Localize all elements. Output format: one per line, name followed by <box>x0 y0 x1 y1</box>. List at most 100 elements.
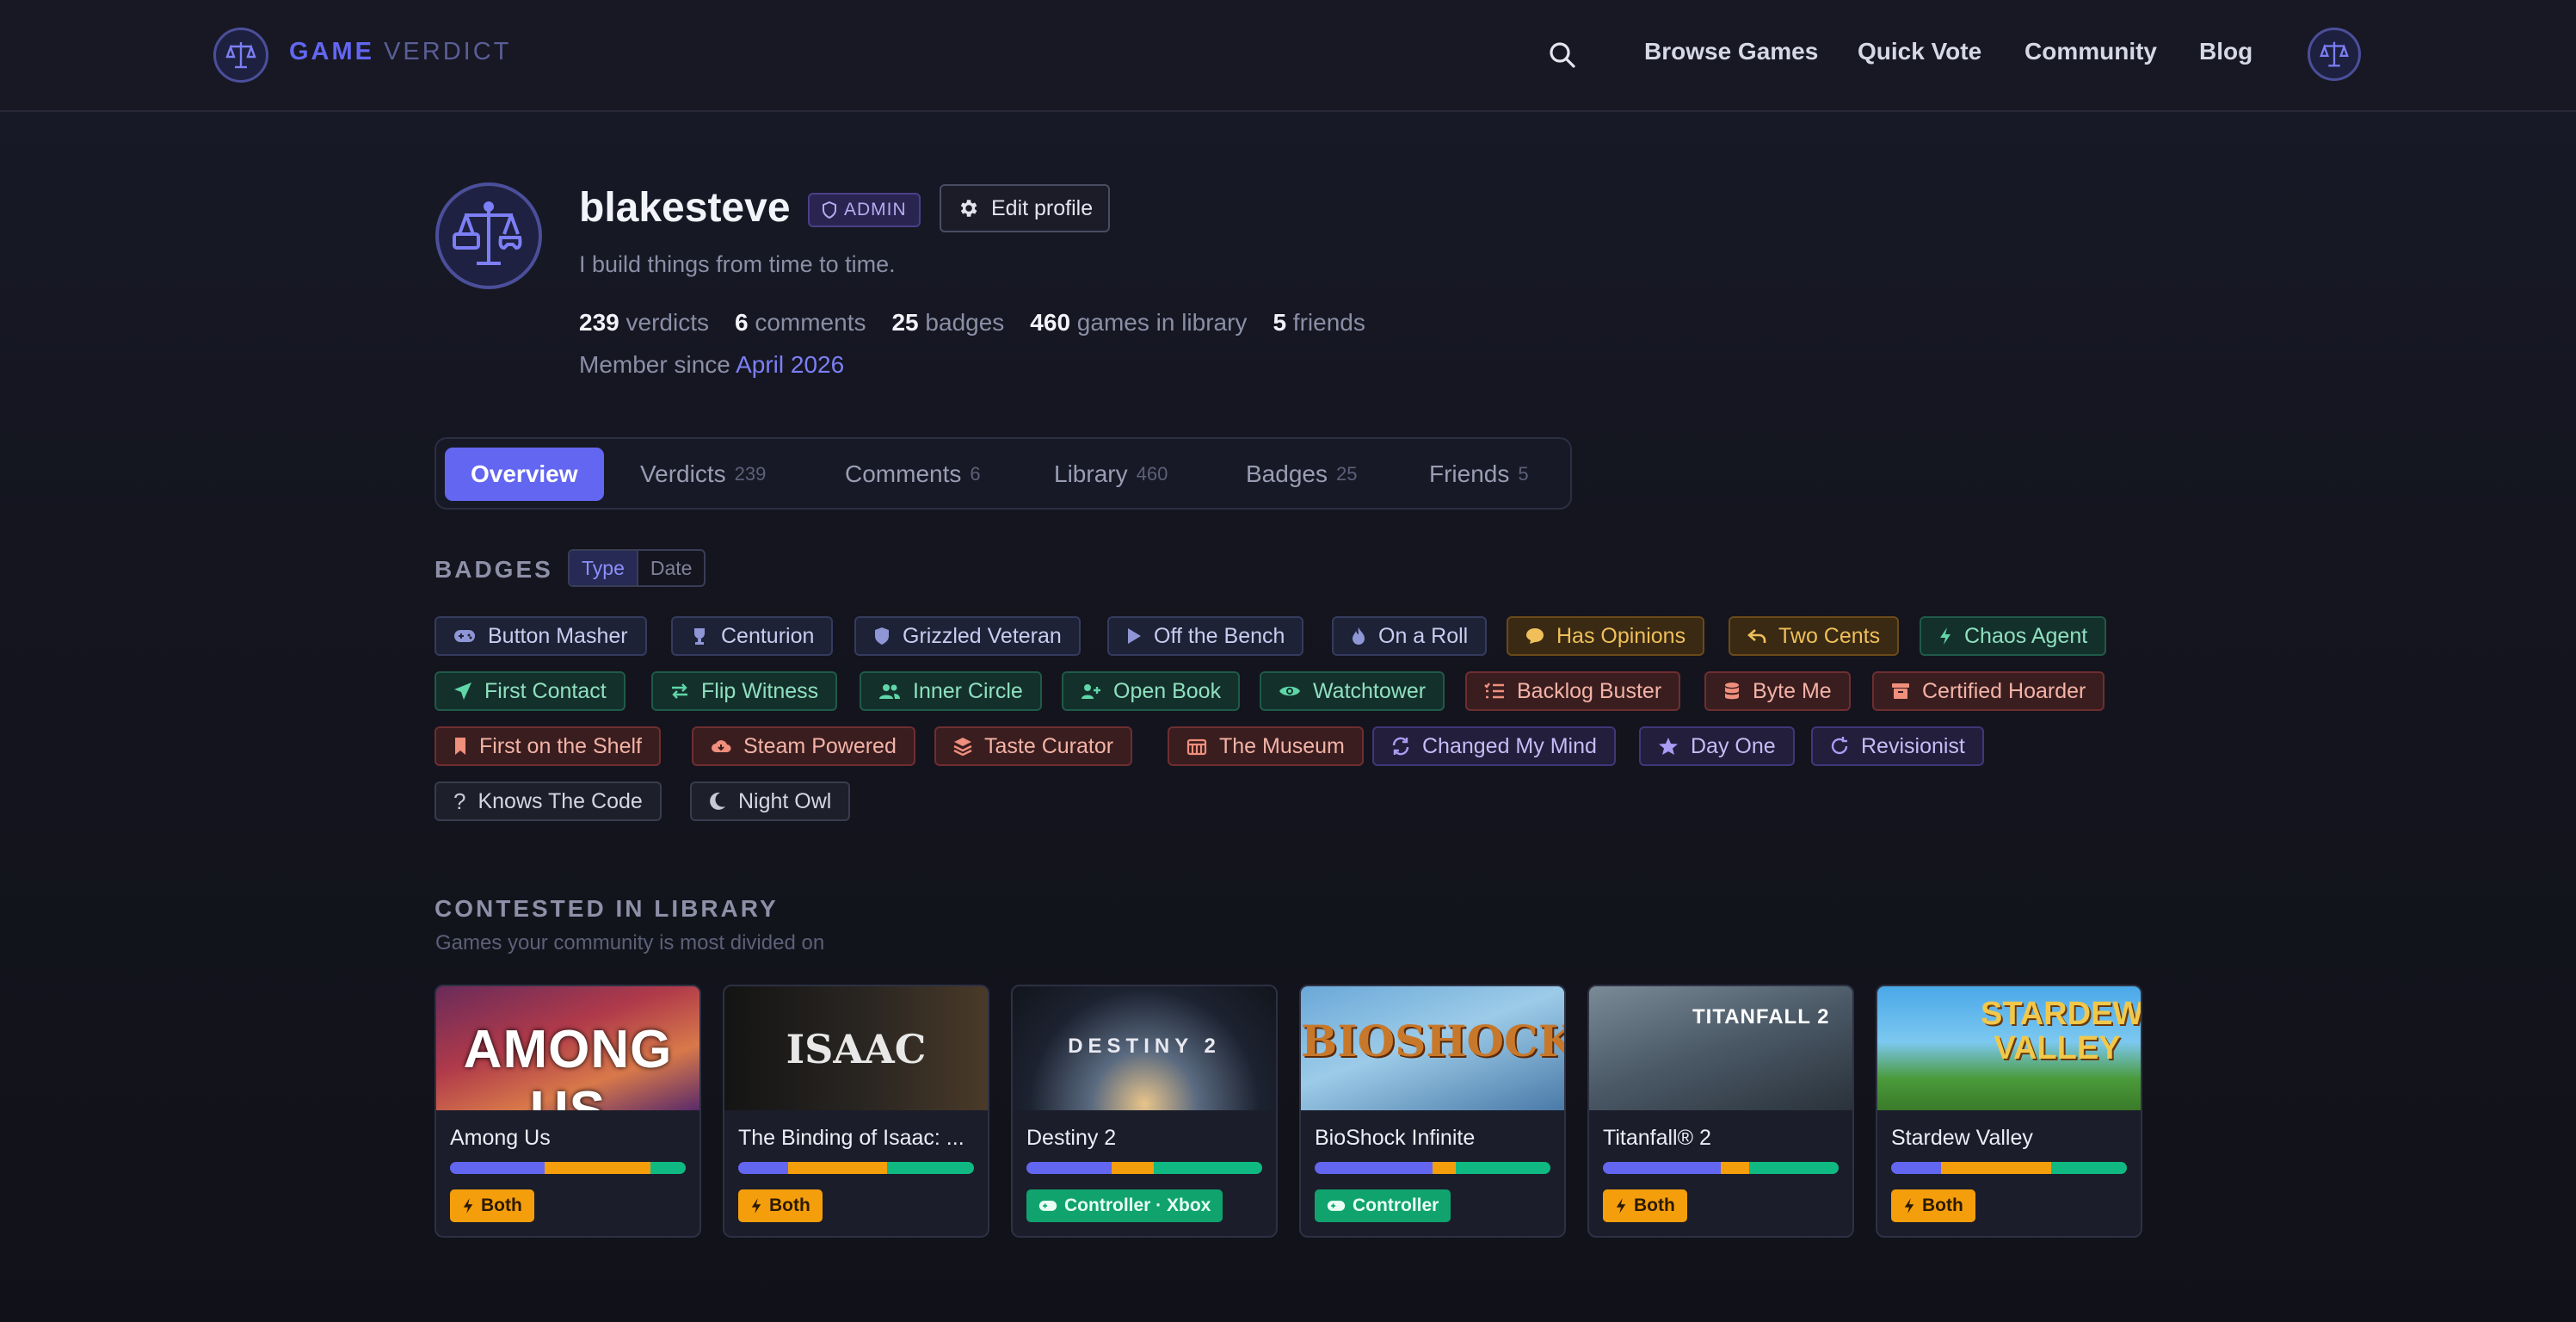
bar-segment-green <box>2051 1162 2127 1174</box>
stat-library[interactable]: 460 games in library <box>1030 309 1247 337</box>
badge-steam-powered[interactable]: Steam Powered <box>692 726 915 766</box>
badge-on-a-roll[interactable]: On a Roll <box>1332 616 1488 656</box>
gear-icon <box>960 200 977 217</box>
stat-value: 5 <box>1273 309 1287 336</box>
nav-browse-games[interactable]: Browse Games <box>1644 38 1818 65</box>
brand-name[interactable]: GAME VERDICT <box>289 38 511 66</box>
game-name: Among Us <box>450 1126 551 1150</box>
badge-the-museum[interactable]: The Museum <box>1168 726 1364 766</box>
game-name: BioShock Infinite <box>1315 1126 1476 1150</box>
bar-segment-amber <box>1721 1162 1749 1174</box>
badge-taste-curator[interactable]: Taste Curator <box>934 726 1133 766</box>
search-icon <box>1550 42 1575 68</box>
badge-label: Grizzled Veteran <box>903 623 1062 648</box>
badge-two-cents[interactable]: Two Cents <box>1729 616 1900 656</box>
badge-open-book[interactable]: Open Book <box>1062 671 1241 711</box>
input-type-label: Controller · Xbox <box>1064 1195 1211 1215</box>
badge-label: Knows The Code <box>478 788 643 813</box>
badge-centurion[interactable]: Centurion <box>671 616 834 656</box>
input-type-tag: Both <box>450 1189 534 1222</box>
badge-sort-toggle: Type Date <box>568 549 706 587</box>
speech-bubble-icon <box>1526 628 1544 644</box>
play-icon <box>1128 628 1141 644</box>
bar-segment-green <box>1748 1162 1839 1174</box>
bar-segment-amber <box>1433 1162 1457 1174</box>
tab-friends[interactable]: Friends 5 <box>1429 448 1529 501</box>
user-avatar-menu[interactable] <box>2308 28 2361 81</box>
stat-friends[interactable]: 5 friends <box>1273 309 1365 337</box>
question-mark-icon: ? <box>453 788 466 814</box>
checklist-icon <box>1484 683 1504 699</box>
bar-segment-blue <box>1026 1162 1112 1174</box>
input-type-tag: Controller <box>1315 1189 1451 1222</box>
cover-art-text: DESTINY 2 <box>1068 1035 1221 1058</box>
search-button[interactable] <box>1542 34 1583 76</box>
badge-first-on-the-shelf[interactable]: First on the Shelf <box>434 726 661 766</box>
game-card-bioshock-infinite[interactable]: BIOSHOCK BioShock Infinite Controller <box>1299 985 1566 1238</box>
bar-segment-green <box>650 1162 686 1174</box>
badge-certified-hoarder[interactable]: Certified Hoarder <box>1872 671 2105 711</box>
edit-profile-button[interactable]: Edit profile <box>940 184 1111 232</box>
badge-backlog-buster[interactable]: Backlog Buster <box>1465 671 1681 711</box>
vote-split-bar <box>1315 1162 1550 1174</box>
sort-by-type[interactable]: Type <box>570 551 638 585</box>
badge-label: Certified Hoarder <box>1922 678 2086 703</box>
bar-segment-green <box>1153 1162 1262 1174</box>
tab-verdicts[interactable]: Verdicts 239 <box>640 448 766 501</box>
tab-label: Badges <box>1246 460 1328 487</box>
stat-comments[interactable]: 6 comments <box>735 309 866 337</box>
badge-changed-my-mind[interactable]: Changed My Mind <box>1372 726 1616 766</box>
scales-logo-icon[interactable] <box>213 28 268 83</box>
badge-byte-me[interactable]: Byte Me <box>1704 671 1851 711</box>
tab-comments[interactable]: Comments 6 <box>845 448 981 501</box>
badge-night-owl[interactable]: Night Owl <box>690 781 851 821</box>
badge-day-one[interactable]: Day One <box>1639 726 1795 766</box>
gamepad-icon <box>454 630 475 642</box>
member-since: Member since April 2026 <box>579 351 844 379</box>
nav-quick-vote[interactable]: Quick Vote <box>1858 38 1981 65</box>
game-card-stardew-valley[interactable]: STARDEW VALLEY Stardew Valley Both <box>1876 985 2142 1238</box>
badge-off-the-bench[interactable]: Off the Bench <box>1107 616 1304 656</box>
badge-grizzled-veteran[interactable]: Grizzled Veteran <box>854 616 1081 656</box>
tab-overview[interactable]: Overview <box>445 448 604 501</box>
input-type-tag: Both <box>1891 1189 1975 1222</box>
stat-value: 460 <box>1030 309 1071 336</box>
tab-label: Comments <box>845 460 962 487</box>
stat-badges[interactable]: 25 badges <box>891 309 1004 337</box>
rotate-icon <box>1831 737 1848 755</box>
nav-community[interactable]: Community <box>2024 38 2157 65</box>
badge-watchtower[interactable]: Watchtower <box>1260 671 1445 711</box>
cover-art-text: ISAAC <box>786 1026 927 1072</box>
cover-art-text: BIOSHOCK <box>1301 1016 1564 1066</box>
badge-label: Inner Circle <box>913 678 1023 703</box>
game-card-binding-of-isaac[interactable]: ISAAC The Binding of Isaac: ... Both <box>723 985 989 1238</box>
badge-revisionist[interactable]: Revisionist <box>1811 726 1984 766</box>
badge-flip-witness[interactable]: Flip Witness <box>651 671 838 711</box>
badge-inner-circle[interactable]: Inner Circle <box>860 671 1042 711</box>
brand-name-bold: GAME <box>289 38 374 65</box>
cover-art-text: TITANFALL 2 <box>1692 1005 1830 1029</box>
tab-library[interactable]: Library 460 <box>1054 448 1168 501</box>
scales-avatar-icon <box>2320 41 2349 67</box>
badge-label: Watchtower <box>1313 678 1427 703</box>
badge-has-opinions[interactable]: Has Opinions <box>1507 616 1705 656</box>
tab-count: 25 <box>1335 463 1358 485</box>
badge-chaos-agent[interactable]: Chaos Agent <box>1920 616 2107 656</box>
tab-label: Friends <box>1429 460 1510 487</box>
stat-verdicts[interactable]: 239 verdicts <box>579 309 709 337</box>
badge-first-contact[interactable]: First Contact <box>434 671 626 711</box>
game-card-destiny-2[interactable]: DESTINY 2 Destiny 2 Controller · Xbox <box>1011 985 1278 1238</box>
badge-knows-the-code[interactable]: ? Knows The Code <box>434 781 662 821</box>
nav-blog[interactable]: Blog <box>2199 38 2252 65</box>
badge-label: On a Roll <box>1378 623 1469 648</box>
game-name: Stardew Valley <box>1891 1126 2033 1150</box>
game-card-titanfall-2[interactable]: TITANFALL 2 Titanfall® 2 Both <box>1587 985 1854 1238</box>
sort-by-date[interactable]: Date <box>638 551 705 585</box>
badge-button-masher[interactable]: Button Masher <box>434 616 647 656</box>
cover-art-text: AMONG US <box>463 1020 673 1110</box>
bar-segment-amber <box>544 1162 650 1174</box>
tab-badges[interactable]: Badges 25 <box>1246 448 1357 501</box>
archive-box-icon <box>1892 683 1909 699</box>
game-card-among-us[interactable]: AMONG US Among Us Both <box>434 985 701 1238</box>
contested-section-title: CONTESTED IN LIBRARY <box>434 895 779 922</box>
